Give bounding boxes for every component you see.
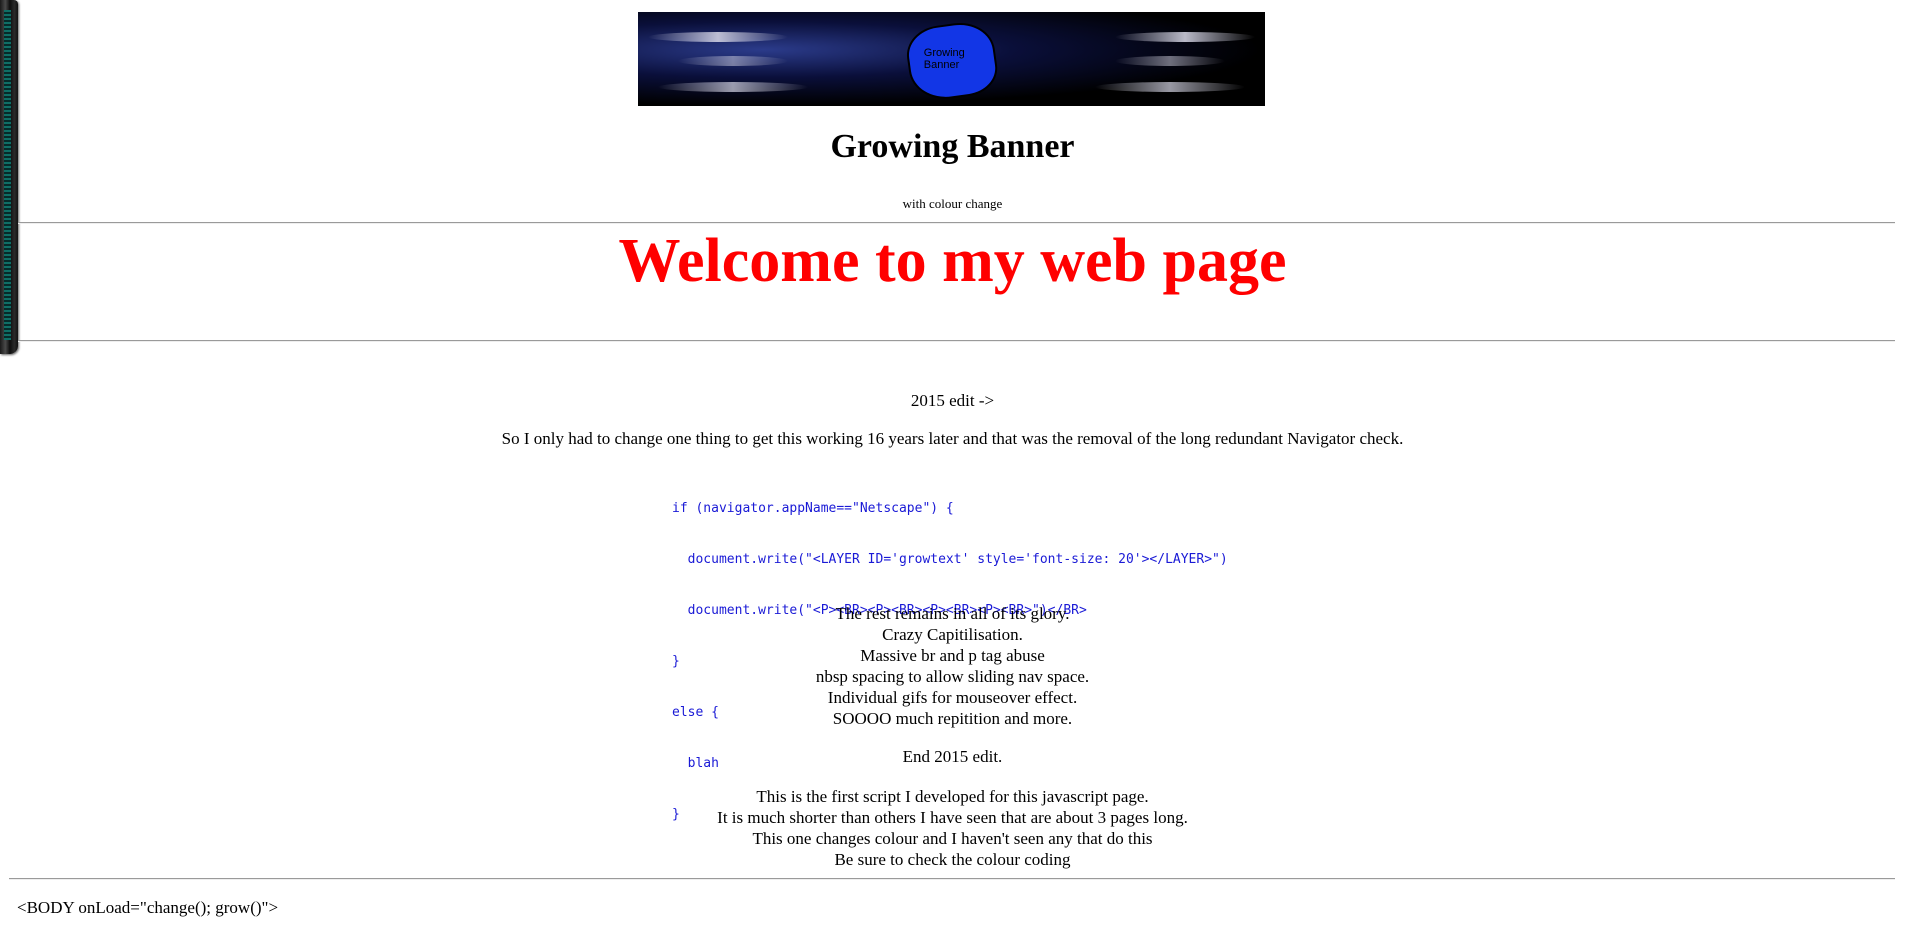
description-line: Be sure to check the colour coding [834, 850, 1071, 869]
list-item: The rest remains in all of its glory. [835, 604, 1070, 623]
code-line: document.write("<LAYER ID='growtext' sty… [672, 552, 1228, 567]
list-item: Massive br and p tag abuse [860, 646, 1045, 665]
list-item: nbsp spacing to allow sliding nav space. [815, 667, 1090, 686]
page-subtitle: with colour change [902, 196, 1003, 211]
description-line: This is the first script I developed for… [756, 787, 1149, 806]
divider-top [18, 222, 1895, 224]
rest-remains-list: The rest remains in all of its glory. Cr… [0, 603, 1905, 729]
edit-end: End 2015 edit. [902, 747, 1003, 766]
edit-heading: 2015 edit -> [910, 391, 995, 410]
description-text: This is the first script I developed for… [0, 786, 1905, 870]
divider-welcome [18, 340, 1895, 342]
description-line: This one changes colour and I haven't se… [752, 829, 1153, 848]
banner-badge-text: Growing Banner [923, 47, 965, 72]
list-item: Crazy Capitilisation. [882, 625, 1023, 644]
divider-bottom [9, 878, 1895, 880]
list-item: Individual gifs for mouseover effect. [827, 688, 1078, 707]
description-line: It is much shorter than others I have se… [717, 808, 1188, 827]
sliding-nav-handle[interactable] [0, 0, 18, 354]
body-tag-example: <BODY onLoad="change(); grow()"> [17, 898, 279, 917]
page-title: Growing Banner [830, 128, 1075, 165]
list-item: SOOOO much repitition and more. [832, 709, 1073, 728]
banner-image: Growing Banner [638, 12, 1265, 106]
edit-intro: So I only had to change one thing to get… [501, 429, 1404, 448]
welcome-banner-text: Welcome to my web page [618, 227, 1287, 295]
code-line: if (navigator.appName=="Netscape") { [672, 501, 954, 516]
banner-logo-badge: Growing Banner [903, 18, 1001, 104]
